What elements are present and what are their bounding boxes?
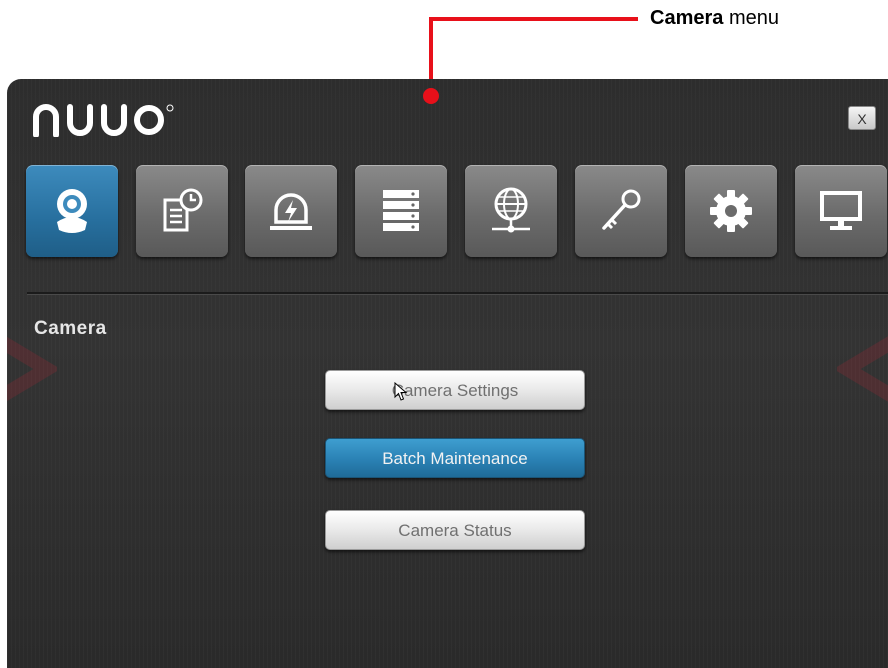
key-icon — [602, 189, 641, 230]
camera-status-button[interactable]: Camera Status — [325, 510, 585, 550]
batch-maintenance-button[interactable]: Batch Maintenance — [325, 438, 585, 478]
toolbar-camera-button[interactable] — [26, 165, 118, 257]
section-divider — [27, 292, 888, 295]
toolbar-display-button[interactable] — [795, 165, 887, 257]
toolbar-security-button[interactable] — [575, 165, 667, 257]
app-window: X Camera Camera Settings Batch Maintenan… — [7, 79, 888, 668]
callout-label: Camera menu — [650, 7, 779, 30]
close-button[interactable]: X — [848, 106, 876, 130]
callout-bold: Camera — [650, 7, 724, 29]
toolbar-system-button[interactable] — [685, 165, 777, 257]
camera-settings-button[interactable]: Camera Settings — [325, 370, 585, 410]
toolbar-storage-button[interactable] — [355, 165, 447, 257]
toolbar-schedule-button[interactable] — [136, 165, 228, 257]
callout-rest: menu — [723, 7, 779, 29]
server-stack-icon — [383, 190, 419, 231]
callout-line-horizontal — [429, 17, 638, 21]
background-x-mark-right — [837, 336, 888, 402]
section-title: Camera — [34, 318, 107, 339]
monitor-icon — [820, 191, 862, 230]
toolbar-event-button[interactable] — [245, 165, 337, 257]
toolbar-network-button[interactable] — [465, 165, 557, 257]
callout-dot — [423, 88, 439, 104]
alarm-lightning-icon — [270, 193, 312, 230]
schedule-document-icon — [163, 188, 203, 232]
webcam-icon — [57, 189, 87, 233]
main-toolbar — [26, 165, 888, 257]
nuuo-logo — [33, 104, 174, 137]
mouse-cursor-icon — [394, 382, 408, 401]
gear-icon — [710, 190, 752, 232]
globe-network-icon — [492, 187, 530, 233]
background-x-mark-left — [7, 336, 57, 402]
